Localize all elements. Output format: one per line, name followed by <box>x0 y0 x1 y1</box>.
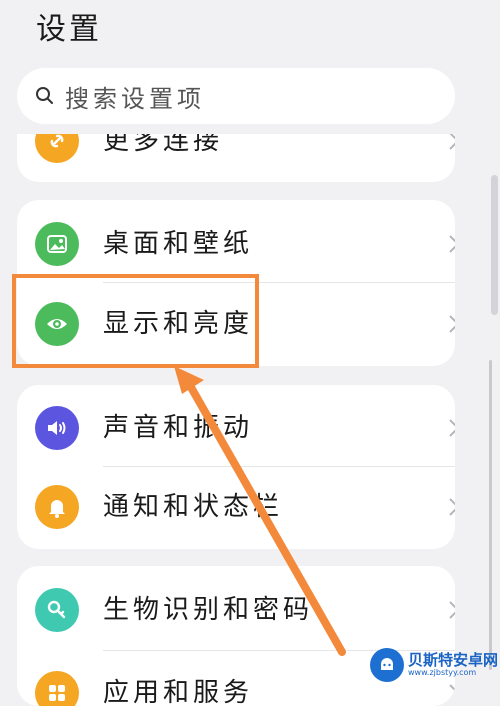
speaker-icon <box>35 406 79 450</box>
settings-item-more-connections[interactable]: 更多连接 <box>17 134 455 182</box>
chevron-right-icon <box>449 684 455 702</box>
key-icon <box>35 588 79 632</box>
link-icon <box>35 134 79 163</box>
chevron-right-icon <box>449 134 455 150</box>
settings-item-sound-vibration[interactable]: 声音和振动 <box>17 387 455 469</box>
settings-item-wallpaper[interactable]: 桌面和壁纸 <box>17 203 455 285</box>
settings-item-label: 声音和振动 <box>103 413 254 443</box>
watermark-logo-icon <box>370 648 404 682</box>
chevron-right-icon <box>449 315 455 333</box>
search-icon <box>36 87 53 104</box>
settings-item-label: 通知和状态栏 <box>103 492 284 522</box>
chevron-right-icon <box>449 419 455 437</box>
search-bar[interactable]: 搜索设置项 <box>17 68 455 124</box>
side-scroll-handle[interactable] <box>491 175 498 315</box>
settings-item-label: 桌面和壁纸 <box>103 229 254 259</box>
chevron-right-icon <box>449 601 455 619</box>
watermark: 贝斯特安卓网 www.zjbstyy.com <box>370 645 500 685</box>
page-title: 设置 <box>36 12 102 47</box>
highlight-box <box>12 274 259 368</box>
settings-group-sound: 声音和振动 通知和状态栏 <box>17 385 455 549</box>
wallpaper-icon <box>35 222 79 266</box>
search-placeholder: 搜索设置项 <box>65 84 205 113</box>
settings-item-biometrics-password[interactable]: 生物识别和密码 <box>17 569 455 651</box>
settings-item-notifications[interactable]: 通知和状态栏 <box>17 466 455 548</box>
settings-item-label: 应用和服务 <box>103 678 254 706</box>
settings-item-label: 生物识别和密码 <box>103 595 314 625</box>
chevron-right-icon <box>449 235 455 253</box>
bell-icon <box>35 485 79 529</box>
settings-group-connections: 更多连接 <box>17 134 455 182</box>
watermark-name: 贝斯特安卓网 <box>408 651 499 669</box>
settings-group-security: 生物识别和密码 应用和服务 <box>17 566 455 706</box>
chevron-right-icon <box>449 498 455 516</box>
apps-icon <box>35 671 79 706</box>
settings-item-label: 更多连接 <box>103 134 224 156</box>
watermark-url: www.zjbstyy.com <box>408 668 477 677</box>
scrollbar[interactable] <box>489 360 492 670</box>
